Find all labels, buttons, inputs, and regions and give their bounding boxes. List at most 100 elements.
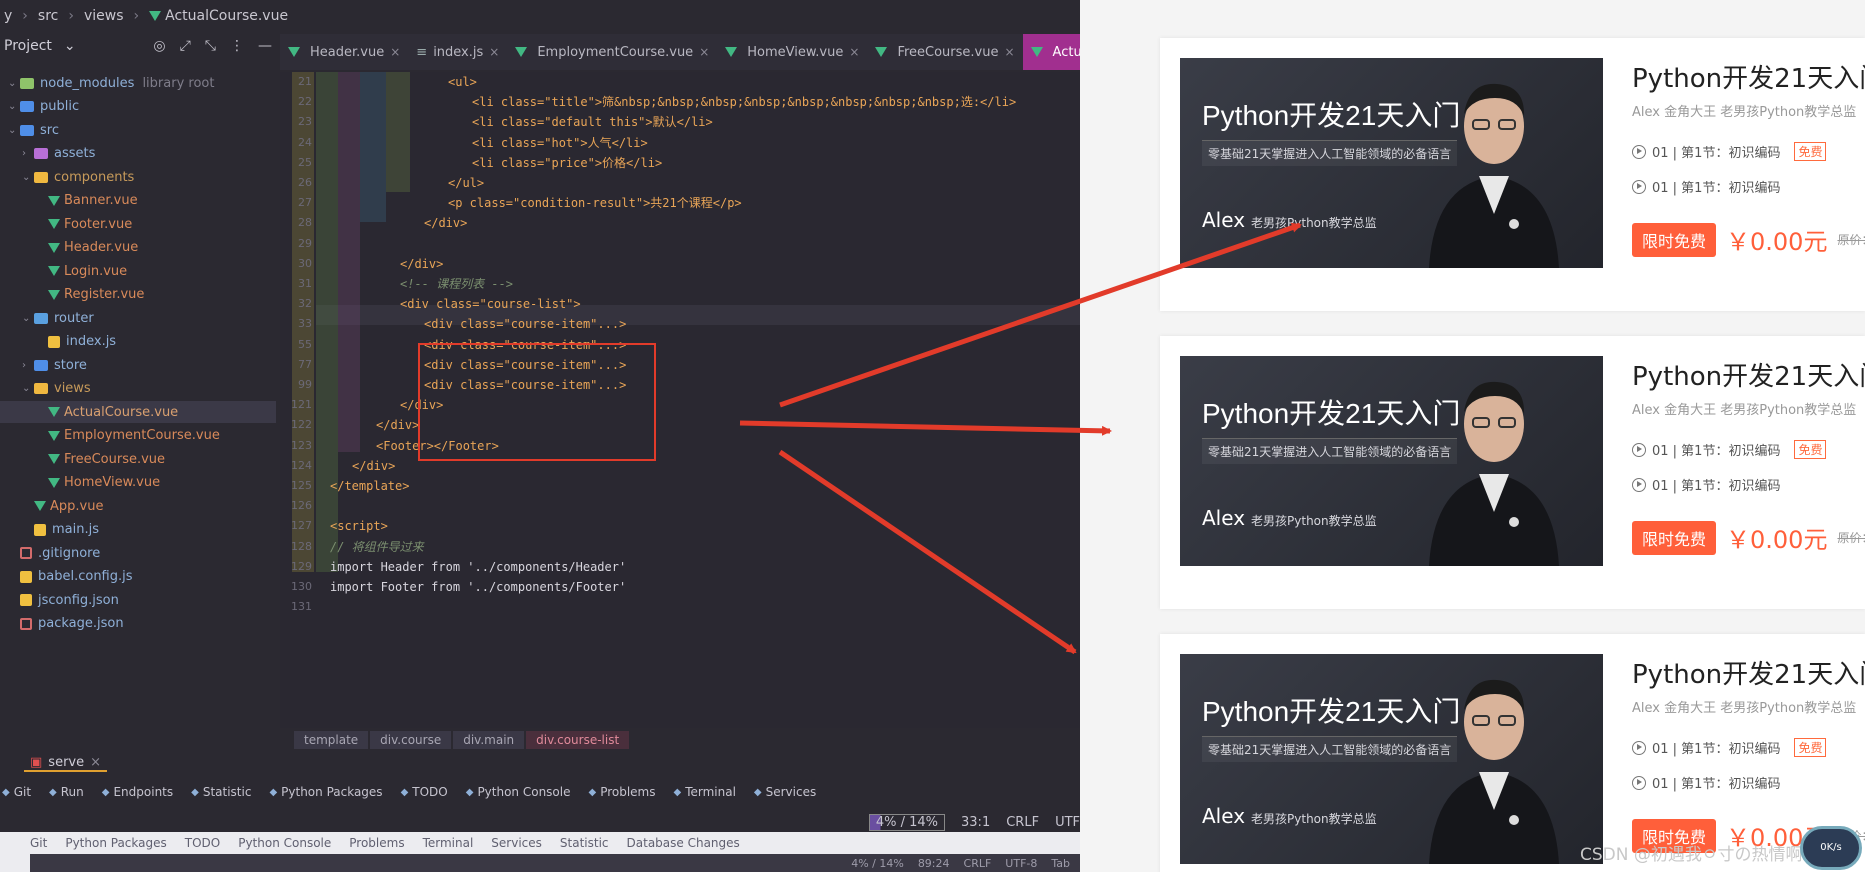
tree-item[interactable]: › store xyxy=(0,354,276,376)
tree-item[interactable]: ⌄ views xyxy=(0,378,276,400)
target-icon[interactable]: ◎ xyxy=(153,38,165,54)
chevron-icon[interactable]: ⌄ xyxy=(8,78,20,89)
tool-window-button[interactable]: ◆ Problems xyxy=(588,785,655,799)
code-line[interactable]: // 将组件导过来 xyxy=(330,537,424,557)
chevron-icon[interactable]: ⌄ xyxy=(8,101,20,112)
editor-tab[interactable]: Header.vue × xyxy=(280,34,408,70)
code-line[interactable]: <li class="price">价格</li> xyxy=(472,153,662,173)
status-item[interactable]: CRLF xyxy=(964,857,992,870)
collapse-icon[interactable]: ⤡ xyxy=(205,38,216,54)
memory-indicator[interactable]: 4% / 14% xyxy=(868,813,946,831)
tool-window-button[interactable]: ◆ TODO xyxy=(401,785,448,799)
tool-window-button[interactable]: ◆ Python Console xyxy=(466,785,571,799)
chevron-icon[interactable]: ⌄ xyxy=(22,313,34,324)
tool-window-button[interactable]: TODO xyxy=(185,836,220,852)
course-cover[interactable]: Python开发21天入门 零基础21天掌握进入人工智能领域的必备语言 Alex 老男… xyxy=(1180,654,1603,864)
course-item[interactable]: Python开发21天入门 零基础21天掌握进入人工智能领域的必备语言 Alex 老男… xyxy=(1160,336,1865,609)
lesson-item[interactable]: 01 | 第1节：初识编码 xyxy=(1632,177,1865,196)
lesson-item[interactable]: 01 | 第1节：初识编码 xyxy=(1632,773,1865,792)
tree-item[interactable]: index.js xyxy=(0,331,276,353)
code-line[interactable]: </template> xyxy=(330,476,409,496)
lesson-item[interactable]: 01 | 第1节：初识编码 免费 xyxy=(1632,440,1865,459)
editor-tab[interactable]: ≡ index.js × xyxy=(408,34,507,70)
file-encoding[interactable]: UTF xyxy=(1055,815,1080,830)
close-icon[interactable]: × xyxy=(849,45,859,59)
lesson-item[interactable]: 01 | 第1节：初识编码 xyxy=(1632,475,1865,494)
course-cover[interactable]: Python开发21天入门 零基础21天掌握进入人工智能领域的必备语言 Alex 老男… xyxy=(1180,356,1603,566)
chevron-icon[interactable]: ⌄ xyxy=(22,383,34,394)
lesson-item[interactable]: 01 | 第1节：初识编码 免费 xyxy=(1632,142,1865,161)
code-line[interactable]: <li class="default this">默认</li> xyxy=(472,112,713,132)
course-item[interactable]: Python开发21天入门 零基础21天掌握进入人工智能领域的必备语言 Alex 老男… xyxy=(1160,634,1865,872)
tree-item[interactable]: ⌄ src xyxy=(0,119,276,141)
tree-item[interactable]: Login.vue xyxy=(0,260,276,282)
tree-item[interactable]: package.json xyxy=(0,613,276,635)
project-panel-title[interactable]: Project xyxy=(4,38,52,54)
status-item[interactable]: UTF-8 xyxy=(1005,857,1037,870)
chevron-icon[interactable]: ⌄ xyxy=(22,172,34,183)
code-line[interactable]: import Header from '../components/Header… xyxy=(330,557,626,577)
chevron-icon[interactable]: › xyxy=(22,148,34,159)
chevron-icon[interactable]: › xyxy=(22,360,34,371)
code-editor[interactable]: 21 22 23 24 25 26 27 28 29 30 31 32 33 55 77 99 121 122 12… xyxy=(280,72,1080,728)
close-icon[interactable]: × xyxy=(390,45,400,59)
run-tab-serve[interactable]: ▣ serve × xyxy=(24,755,108,772)
code-line[interactable]: <li class="title">筛&nbsp;&nbsp;&nbsp;&nb… xyxy=(472,92,1016,112)
tree-item[interactable]: App.vue xyxy=(0,495,276,517)
tool-window-button[interactable]: ◆ Run xyxy=(49,785,84,799)
code-line[interactable]: <p class="condition-result">共21个课程</p> xyxy=(448,193,742,213)
tree-item[interactable]: Banner.vue xyxy=(0,190,276,212)
tree-item[interactable]: HomeView.vue xyxy=(0,472,276,494)
more-icon[interactable]: ⋮ xyxy=(230,38,244,54)
code-line[interactable]: </ul> xyxy=(448,173,484,193)
breadcrumb-item-file[interactable]: ActualCourse.vue xyxy=(149,8,288,24)
tree-item[interactable]: › assets xyxy=(0,143,276,165)
code-line[interactable]: </div> xyxy=(376,415,419,435)
tree-item[interactable]: ⌄ node_modules library root xyxy=(0,72,276,94)
tree-item[interactable]: ⌄ public xyxy=(0,96,276,118)
tree-item[interactable]: EmploymentCourse.vue xyxy=(0,425,276,447)
tree-item[interactable]: babel.config.js xyxy=(0,566,276,588)
tree-item[interactable]: FreeCourse.vue xyxy=(0,448,276,470)
tool-window-button[interactable]: ◆ Statistic xyxy=(191,785,251,799)
status-item[interactable]: 4% / 14% xyxy=(851,857,904,870)
chevron-down-icon[interactable]: ⌄ xyxy=(64,38,76,54)
tree-item[interactable]: Register.vue xyxy=(0,284,276,306)
tree-item[interactable]: ActualCourse.vue xyxy=(0,401,276,423)
tool-window-button[interactable]: Problems xyxy=(349,836,404,852)
code-line[interactable]: <!-- 课程列表 --> xyxy=(400,274,513,294)
lesson-item[interactable]: 01 | 第1节：初识编码 免费 xyxy=(1632,738,1865,757)
code-line[interactable]: </div> xyxy=(352,456,395,476)
structure-crumb[interactable]: div.course xyxy=(370,731,452,749)
course-cover[interactable]: Python开发21天入门 零基础21天掌握进入人工智能领域的必备语言 Alex 老男… xyxy=(1180,58,1603,268)
close-icon[interactable]: × xyxy=(489,45,499,59)
course-title[interactable]: Python开发21天入门 xyxy=(1632,58,1865,95)
tool-window-button[interactable]: ◆ Services xyxy=(754,785,816,799)
tool-window-button[interactable]: Database Changes xyxy=(627,836,740,852)
close-icon[interactable]: × xyxy=(699,45,709,59)
editor-tab[interactable]: EmploymentCourse.vue × xyxy=(507,34,717,70)
course-item[interactable]: Python开发21天入门 零基础21天掌握进入人工智能领域的必备语言 Alex 老男… xyxy=(1160,38,1865,311)
code-line[interactable]: <ul> xyxy=(448,72,477,92)
breadcrumb-item-views[interactable]: views xyxy=(84,8,124,24)
line-separator[interactable]: CRLF xyxy=(1006,815,1039,830)
tool-window-button[interactable]: Python Console xyxy=(238,836,331,852)
tree-item[interactable]: ⌄ router xyxy=(0,307,276,329)
editor-tab[interactable]: ActualCourse.vue xyxy=(1022,34,1080,70)
tree-item[interactable]: Footer.vue xyxy=(0,213,276,235)
editor-tab[interactable]: HomeView.vue × xyxy=(717,34,867,70)
tool-window-button[interactable]: ◆ Git xyxy=(2,785,31,799)
caret-position[interactable]: 33:1 xyxy=(961,815,990,830)
tree-item[interactable]: .gitignore xyxy=(0,542,276,564)
course-title[interactable]: Python开发21天入门 xyxy=(1632,356,1865,393)
tool-window-button[interactable]: ◆ Endpoints xyxy=(102,785,173,799)
minimize-icon[interactable]: — xyxy=(258,38,272,54)
structure-crumb[interactable]: div.main xyxy=(453,731,525,749)
tool-window-button[interactable]: Services xyxy=(491,836,542,852)
close-icon[interactable]: × xyxy=(90,755,101,770)
tool-window-button[interactable]: ◆ Python Packages xyxy=(269,785,382,799)
breadcrumb-item-src[interactable]: src xyxy=(38,8,58,24)
tool-window-button[interactable]: Terminal xyxy=(423,836,474,852)
code-line[interactable]: </div> xyxy=(400,254,443,274)
tree-item[interactable]: main.js xyxy=(0,519,276,541)
